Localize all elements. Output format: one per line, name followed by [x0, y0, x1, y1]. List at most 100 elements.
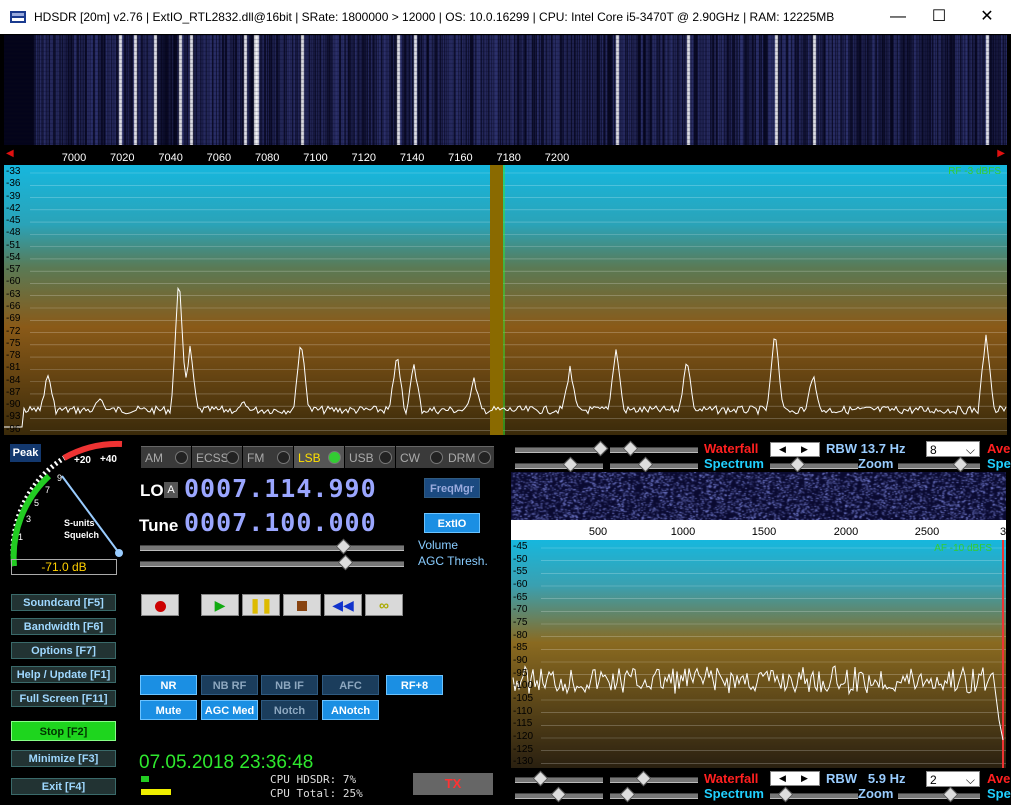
af-spectrum-contrast-thumb[interactable]	[550, 786, 567, 803]
notch-button[interactable]: Notch	[261, 700, 318, 720]
rf-speed-thumb[interactable]	[952, 456, 969, 473]
rf-db-tick: -60	[6, 276, 21, 288]
maximize-window-button[interactable]: ☐	[916, 0, 962, 34]
freqmgr-button[interactable]: FreqMgr	[424, 478, 480, 498]
rf-zoom-thumb[interactable]	[789, 456, 806, 473]
rf-frequency-tick: 7060	[206, 152, 232, 164]
af-db-tick: -60	[513, 579, 528, 590]
chevron-down-icon: ⌵	[965, 443, 975, 457]
rf-db-tick: -48	[6, 227, 21, 239]
rf-waterfall[interactable]	[4, 35, 1007, 145]
rf-db-tick: -51	[6, 239, 21, 251]
rf-rbw-stepper[interactable]: ◀ ▶	[770, 442, 820, 457]
rf-frequency-axis[interactable]: ◀ ▶ 7000 7020 7040 7060 7080 7100 7120 7140 7160…	[4, 145, 1007, 164]
agc-threshold-slider[interactable]	[140, 561, 404, 567]
rf8-button[interactable]: RF+8	[386, 675, 443, 695]
bandwidth-button[interactable]: Bandwidth [F6]	[11, 618, 116, 635]
af-spectrum[interactable]: -45 -50 -55 -60 -65 -70 -75 -80 -85 -90 -95 -100 -10…	[511, 540, 1006, 768]
rf-spectrum-contrast-slider[interactable]	[515, 463, 603, 469]
nb-if-button[interactable]: NB IF	[261, 675, 318, 695]
pause-button[interactable]: ❚❚	[242, 594, 280, 616]
rf-db-tick: -57	[6, 264, 21, 276]
tx-button[interactable]: TX	[413, 773, 493, 795]
af-frequency-tick: 2000	[833, 526, 859, 538]
close-window-button[interactable]: ✕	[964, 0, 1010, 34]
soundcard-button[interactable]: Soundcard [F5]	[11, 594, 116, 611]
extio-button[interactable]: ExtIO	[424, 513, 480, 533]
mode-fm-button[interactable]: FM	[243, 446, 293, 468]
agc-threshold-thumb[interactable]	[337, 554, 354, 571]
loop-button[interactable]: ∞	[365, 594, 403, 616]
af-waterfall-brightness-slider[interactable]	[610, 777, 698, 783]
mode-drm-button[interactable]: DRM	[444, 446, 494, 468]
af-waterfall-brightness-thumb[interactable]	[635, 770, 652, 787]
scroll-left-icon[interactable]: ◀	[6, 148, 14, 159]
rf-spectrum-contrast-thumb[interactable]	[562, 456, 579, 473]
mode-cw-button[interactable]: CW	[396, 446, 446, 468]
af-waterfall-contrast-slider[interactable]	[515, 777, 603, 783]
af-waterfall-contrast-thumb[interactable]	[532, 770, 549, 787]
volume-slider-thumb[interactable]	[335, 538, 352, 555]
rf-db-tick: -87	[6, 386, 21, 398]
af-speed-thumb[interactable]	[942, 786, 959, 803]
rf-frequency-tick: 7160	[448, 152, 473, 164]
mode-lsb-button[interactable]: LSB	[294, 446, 344, 468]
lo-frequency-display[interactable]: 0007.114.990	[184, 474, 377, 503]
lo-a-button[interactable]: A	[164, 482, 178, 498]
exit-button[interactable]: Exit [F4]	[11, 778, 116, 795]
scroll-right-icon[interactable]: ▶	[997, 148, 1005, 159]
rf-db-tick: -45	[6, 215, 21, 227]
rf-waterfall-brightness-thumb[interactable]	[622, 440, 639, 457]
rf-zoom-slider[interactable]	[770, 463, 858, 469]
help-update-button[interactable]: Help / Update [F1]	[11, 666, 116, 683]
rf-db-tick: -69	[6, 313, 21, 325]
af-frequency-tick: 1500	[751, 526, 777, 538]
tune-frequency-display[interactable]: 0007.100.000	[184, 508, 377, 537]
af-db-tick: -80	[513, 629, 528, 641]
loop-icon: ∞	[379, 597, 389, 613]
mode-usb-button[interactable]: USB	[345, 446, 395, 468]
filter-passband[interactable]	[490, 165, 503, 435]
af-zoom-thumb[interactable]	[777, 786, 794, 803]
af-frequency-tick: 3	[999, 526, 1007, 538]
mode-ecss-button[interactable]: ECSS	[192, 446, 242, 468]
rf-average-select[interactable]: 8 ⌵	[926, 441, 980, 457]
af-db-tick: -130	[513, 756, 534, 768]
minimize-button[interactable]: Minimize [F3]	[11, 750, 116, 767]
nr-button[interactable]: NR	[140, 675, 197, 695]
stop-button[interactable]: Stop [F2]	[11, 721, 116, 741]
mute-button[interactable]: Mute	[140, 700, 197, 720]
rf-waterfall-contrast-thumb[interactable]	[592, 440, 609, 457]
rewind-button[interactable]: ◀◀	[324, 594, 362, 616]
anotch-button[interactable]: ANotch	[322, 700, 379, 720]
rf-spectrum-brightness-slider[interactable]	[610, 463, 698, 469]
agc-med-button[interactable]: AGC Med	[201, 700, 258, 720]
record-button[interactable]	[141, 594, 179, 616]
af-rbw-stepper[interactable]: ◀ ▶	[770, 771, 820, 786]
volume-label: Volume	[418, 538, 459, 552]
af-spectrum-brightness-thumb[interactable]	[619, 786, 636, 803]
rf-spectrum[interactable]: -33 -36 -39 -42 -45 -48 -51 -54 -57 -60 -63 -66 -69-…	[4, 165, 1007, 435]
minimize-window-button[interactable]: —	[875, 0, 921, 34]
full-screen-button[interactable]: Full Screen [F11]	[11, 690, 116, 707]
play-button[interactable]: ▶	[201, 594, 239, 616]
volume-slider[interactable]	[140, 545, 404, 551]
af-frequency-tick: 2500	[914, 526, 940, 538]
rf-level-label: RF -3 dBFS	[948, 166, 1001, 177]
af-average-select[interactable]: 2 ⌵	[926, 771, 980, 787]
tune-label: Tune	[139, 516, 179, 535]
af-speed-slider[interactable]	[898, 793, 980, 799]
nb-rf-button[interactable]: NB RF	[201, 675, 258, 695]
af-frequency-axis[interactable]: 500 1000 1500 2000 2500 3	[511, 520, 1006, 540]
afc-button[interactable]: AFC	[322, 675, 379, 695]
mode-am-button[interactable]: AM	[141, 446, 191, 468]
rf-spectrum-brightness-thumb[interactable]	[637, 456, 654, 473]
stop-playback-button[interactable]	[283, 594, 321, 616]
options-button[interactable]: Options [F7]	[11, 642, 116, 659]
af-waterfall[interactable]	[511, 472, 1006, 520]
af-rbw-label: RBW 5.9 Hz	[826, 771, 906, 786]
af-db-tick: -65	[513, 591, 528, 603]
rf-waterfall-contrast-slider[interactable]	[515, 447, 603, 453]
rf-frequency-tick: 7100	[303, 152, 328, 164]
rf-db-tick: -96	[6, 423, 21, 435]
